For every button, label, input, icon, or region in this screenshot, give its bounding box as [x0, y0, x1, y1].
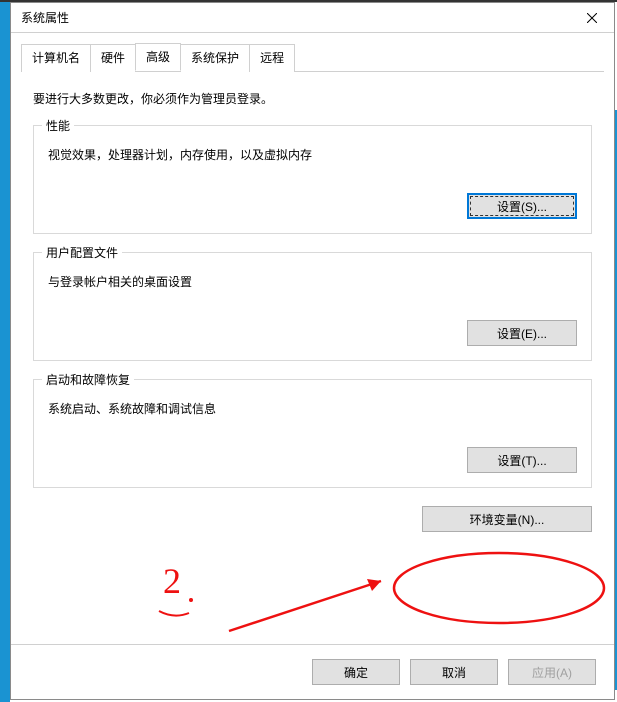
dialog-footer: 确定 取消 应用(A) — [11, 644, 614, 699]
cancel-button[interactable]: 取消 — [410, 659, 498, 685]
startup-settings-button[interactable]: 设置(T)... — [467, 447, 577, 473]
group-startup: 启动和故障恢复 系统启动、系统故障和调试信息 设置(T)... — [33, 379, 592, 488]
titlebar: 系统属性 — [11, 3, 614, 33]
tab-hardware[interactable]: 硬件 — [90, 44, 136, 72]
performance-settings-button[interactable]: 设置(S)... — [467, 193, 577, 219]
annotation-step-number: 2 — [163, 561, 181, 601]
tab-content: 要进行大多数更改，你必须作为管理员登录。 性能 视觉效果，处理器计划，内存使用，… — [11, 72, 614, 562]
group-startup-desc: 系统启动、系统故障和调试信息 — [48, 400, 577, 417]
tab-advanced[interactable]: 高级 — [135, 43, 181, 71]
window-title: 系统属性 — [21, 9, 69, 26]
tab-computername[interactable]: 计算机名 — [21, 44, 91, 72]
group-performance-label: 性能 — [42, 117, 74, 134]
left-desktop-edge — [0, 0, 10, 702]
apply-button[interactable]: 应用(A) — [508, 659, 596, 685]
tab-remote[interactable]: 远程 — [249, 44, 295, 72]
tab-strip: 计算机名 硬件 高级 系统保护 远程 — [21, 43, 604, 72]
group-performance-desc: 视觉效果，处理器计划，内存使用，以及虚拟内存 — [48, 146, 577, 163]
close-icon — [587, 13, 597, 23]
admin-notice: 要进行大多数更改，你必须作为管理员登录。 — [33, 90, 592, 107]
close-button[interactable] — [569, 3, 614, 33]
userprofile-settings-button[interactable]: 设置(E)... — [467, 320, 577, 346]
group-startup-label: 启动和故障恢复 — [42, 371, 134, 388]
group-userprofile: 用户配置文件 与登录帐户相关的桌面设置 设置(E)... — [33, 252, 592, 361]
tab-systemprotection[interactable]: 系统保护 — [180, 44, 250, 72]
group-performance: 性能 视觉效果，处理器计划，内存使用，以及虚拟内存 设置(S)... — [33, 125, 592, 234]
group-userprofile-desc: 与登录帐户相关的桌面设置 — [48, 273, 577, 290]
group-userprofile-label: 用户配置文件 — [42, 244, 122, 261]
system-properties-window: 系统属性 计算机名 硬件 高级 系统保护 远程 要进行大多数更改，你必须作为管理… — [10, 2, 615, 700]
ok-button[interactable]: 确定 — [312, 659, 400, 685]
environment-variables-button[interactable]: 环境变量(N)... — [422, 506, 592, 532]
